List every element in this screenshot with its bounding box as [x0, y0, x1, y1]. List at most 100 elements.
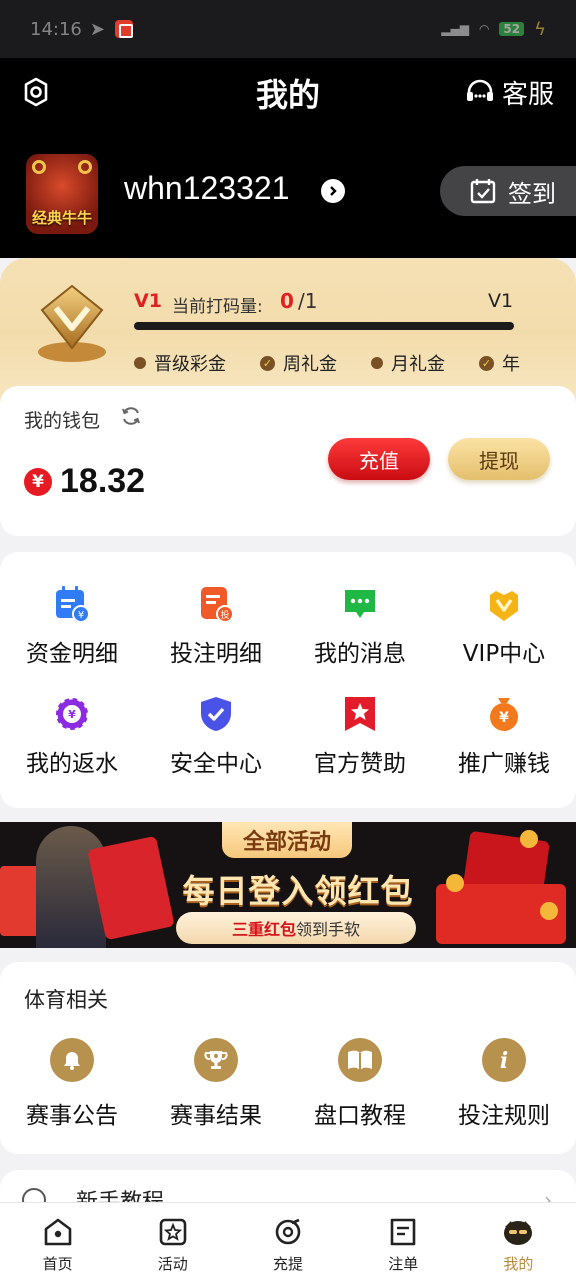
feature-item[interactable]: ¥ 我的返水: [0, 694, 144, 778]
trophy-icon: [194, 1038, 238, 1082]
feature-item[interactable]: 安全中心: [144, 694, 288, 778]
avatar-logo-text: 经典牛牛: [31, 209, 92, 227]
sports-section-title: 体育相关: [24, 988, 108, 1012]
vip-progress-current: 0: [280, 289, 294, 313]
feature-item-label: 推广赚钱: [458, 751, 550, 777]
check-icon: ✓: [479, 355, 494, 371]
customer-service-button[interactable]: 客服: [464, 74, 554, 111]
deposit-icon: [272, 1217, 304, 1251]
vip-perk-label: 周礼金: [283, 354, 337, 375]
feature-item[interactable]: VIP中心: [432, 584, 576, 668]
tab-home[interactable]: 首页: [0, 1203, 115, 1280]
sponsor-ribbon-icon: [340, 694, 380, 734]
avatar-horn-left: [32, 160, 46, 174]
vip-perk: ✓ 周礼金: [260, 350, 337, 376]
promo-banner[interactable]: 全部活动 每日登入领红包 三重红包 领到手软: [0, 822, 576, 948]
refresh-icon[interactable]: [120, 405, 142, 427]
profile-icon: [501, 1217, 535, 1251]
sports-item[interactable]: 盘口教程: [288, 1038, 432, 1130]
sports-section: 体育相关 赛事公告 赛事结果 盘口教程 i 投注规则: [0, 962, 576, 1154]
headset-icon: [466, 79, 493, 101]
bet-record-icon: 投: [196, 584, 236, 624]
status-bar: 14:16 ➤ ▂▄▆ ◠ 52 ϟ: [0, 0, 576, 58]
feature-item[interactable]: ¥ 推广赚钱: [432, 694, 576, 778]
all-activities-tag[interactable]: 全部活动: [222, 822, 352, 858]
sports-item-label: 投注规则: [458, 1103, 550, 1129]
tab-label: 我的: [503, 1255, 534, 1273]
tab-label: 活动: [157, 1255, 188, 1273]
feature-item[interactable]: ¥ 资金明细: [0, 584, 144, 668]
feature-item-label: VIP中心: [462, 641, 546, 667]
svg-text:i: i: [500, 1048, 508, 1073]
banner-subtitle: 三重红包 领到手软: [176, 912, 416, 944]
checkin-button[interactable]: 签到: [440, 166, 576, 216]
feature-item-label: 投注明细: [170, 641, 262, 667]
location-icon: ➤: [89, 18, 105, 40]
vip-perks: 晋级彩金 ✓ 周礼金 月礼金 ✓ 年: [134, 350, 554, 376]
banner-headline: 每日登入领红包: [182, 872, 414, 910]
security-shield-icon: [196, 694, 236, 734]
vip-current-level: V1: [134, 290, 162, 312]
yen-icon: ¥: [24, 468, 52, 496]
feature-item-label: 官方赞助: [314, 751, 406, 777]
app-notification-icon: [114, 20, 133, 38]
svg-text:¥: ¥: [78, 610, 84, 621]
message-icon: [340, 584, 380, 624]
coin-image: [540, 902, 558, 920]
activity-icon: [157, 1217, 189, 1251]
wallet-balance: 18.32: [60, 462, 146, 500]
svg-text:¥: ¥: [68, 708, 76, 721]
red-envelope-image: [0, 866, 40, 936]
status-indicators: ▂▄▆ ◠ 52 ϟ: [441, 19, 546, 40]
profile-arrow-icon[interactable]: [321, 179, 345, 203]
feature-grid: ¥ 资金明细投投注明细 我的消息 VIP中心 ¥ 我的返水 安全中心 官方赞助 ¥ 推广赚钱: [0, 552, 576, 808]
vip-shield-icon: [484, 584, 524, 624]
calendar-yen-icon: ¥: [52, 584, 92, 624]
wallet-card: 我的钱包 ¥ 18.32 充值 提现: [0, 386, 576, 536]
sports-item-label: 盘口教程: [314, 1103, 406, 1129]
sports-item[interactable]: 赛事公告: [0, 1038, 144, 1130]
chip-yen-icon: ¥: [52, 694, 92, 734]
username[interactable]: whn123321: [124, 170, 289, 207]
svg-text:投: 投: [220, 609, 229, 621]
banner-subtitle-highlight: 三重红包: [231, 920, 296, 939]
feature-item[interactable]: 投投注明细: [144, 584, 288, 668]
vip-perk: ✓ 年: [479, 350, 520, 376]
customer-service-label: 客服: [501, 80, 554, 110]
profile-header: 我的 客服 经典牛牛 whn123321 签到: [0, 58, 576, 258]
tab-profile[interactable]: 我的: [461, 1203, 576, 1280]
tab-label: 首页: [42, 1255, 73, 1273]
recharge-button[interactable]: 充值: [328, 438, 430, 480]
banner-subtitle-rest: 领到手软: [296, 920, 361, 939]
vip-progress-bar: [134, 322, 514, 330]
tab-deposit[interactable]: 充提: [230, 1203, 345, 1280]
coin-image: [446, 874, 464, 892]
bullet-dot-icon: [371, 357, 383, 369]
status-time: 14:16: [30, 18, 82, 40]
wifi-icon: ◠: [478, 22, 490, 36]
home-icon: [42, 1217, 74, 1251]
feature-item[interactable]: 我的消息: [288, 584, 432, 668]
promo-yen-icon: ¥: [484, 694, 524, 734]
sports-item-label: 赛事公告: [26, 1103, 118, 1129]
feature-item-label: 我的返水: [26, 751, 118, 777]
sports-item[interactable]: i 投注规则: [432, 1038, 576, 1130]
bullet-dot-icon: [134, 357, 146, 369]
sports-item[interactable]: 赛事结果: [144, 1038, 288, 1130]
tab-label: 注单: [388, 1255, 419, 1273]
signal-icon: ▂▄▆: [441, 22, 469, 36]
vip-badge-icon: [38, 284, 106, 362]
check-icon: ✓: [260, 355, 275, 371]
withdraw-button[interactable]: 提现: [448, 438, 550, 480]
info-icon: i: [482, 1038, 526, 1082]
tab-activity[interactable]: 活动: [115, 1203, 230, 1280]
screen: { "status_bar": {"time": "14:16", "batte…: [0, 0, 576, 1280]
svg-text:¥: ¥: [499, 710, 509, 726]
tab-orders[interactable]: 注单: [346, 1203, 461, 1280]
vip-perk: 月礼金: [371, 350, 445, 376]
avatar[interactable]: 经典牛牛: [26, 154, 98, 234]
calendar-check-icon: [470, 179, 496, 204]
vip-perk-label: 月礼金: [391, 354, 445, 375]
feature-item[interactable]: 官方赞助: [288, 694, 432, 778]
tab-label: 充提: [273, 1255, 304, 1273]
